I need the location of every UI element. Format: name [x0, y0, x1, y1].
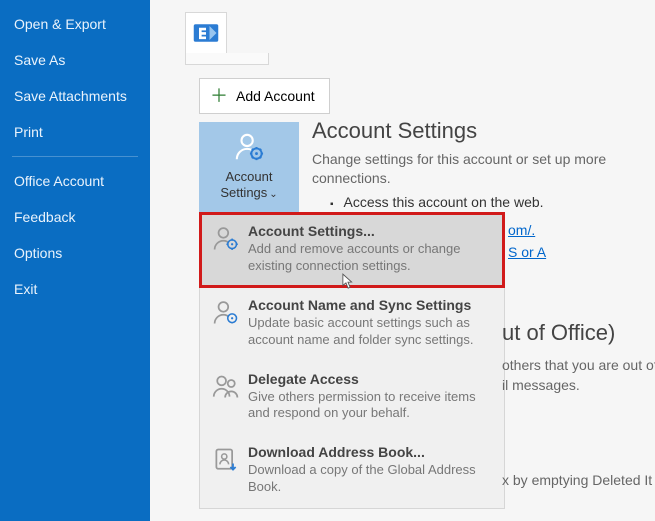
- bg-ooo-desc: others that you are out of il messages.: [502, 356, 655, 395]
- address-book-download-icon: [212, 446, 242, 496]
- menu-item-account-settings[interactable]: Account Settings... Add and remove accou…: [200, 213, 504, 287]
- sidebar-separator: [12, 156, 138, 157]
- account-settings-dropdown-button[interactable]: Account Settings⌄: [199, 122, 299, 212]
- menu-item-account-name-sync[interactable]: Account Name and Sync Settings Update ba…: [200, 287, 504, 361]
- account-settings-icon: [234, 132, 264, 165]
- backstage-sidebar: Open & Export Save As Save Attachments P…: [0, 0, 150, 521]
- menu-item-download-address-book[interactable]: Download Address Book... Download a copy…: [200, 434, 504, 508]
- menu-item-title: Account Settings...: [248, 223, 492, 239]
- person-gear-icon: [212, 299, 242, 349]
- menu-item-delegate-access[interactable]: Delegate Access Give others permission t…: [200, 361, 504, 435]
- add-account-button[interactable]: ＋ Add Account: [199, 78, 330, 114]
- panel-subtitle: Change settings for this account or set …: [312, 150, 652, 188]
- menu-item-title: Download Address Book...: [248, 444, 492, 460]
- sidebar-item-print[interactable]: Print: [0, 114, 150, 150]
- bg-out-of-office: ut of Office) others that you are out of…: [502, 320, 655, 395]
- sidebar-item-save-attachments[interactable]: Save Attachments: [0, 78, 150, 114]
- menu-item-title: Delegate Access: [248, 371, 492, 387]
- link-fragment-1[interactable]: om/.: [508, 222, 535, 238]
- menu-item-desc: Download a copy of the Global Address Bo…: [248, 462, 492, 496]
- menu-item-desc: Give others permission to receive items …: [248, 389, 492, 423]
- delegate-icon: [212, 373, 242, 423]
- account-settings-menu: Account Settings... Add and remove accou…: [199, 212, 505, 509]
- menu-item-title: Account Name and Sync Settings: [248, 297, 492, 313]
- link-fragment-2[interactable]: S or A: [508, 244, 546, 260]
- panel-title: Account Settings: [312, 118, 652, 144]
- add-account-label: Add Account: [236, 88, 315, 104]
- chevron-down-icon: ⌄: [269, 189, 277, 200]
- panel-bullet: Access this account on the web.: [330, 194, 652, 210]
- bg-ooo-title: ut of Office): [502, 320, 655, 346]
- sidebar-item-options[interactable]: Options: [0, 235, 150, 271]
- bg-mailbox-text: x by emptying Deleted It: [502, 472, 655, 488]
- sidebar-item-feedback[interactable]: Feedback: [0, 199, 150, 235]
- sidebar-item-open-export[interactable]: Open & Export: [0, 6, 150, 42]
- as-button-line2: Settings: [220, 185, 267, 200]
- as-button-line1: Account: [226, 169, 273, 184]
- menu-item-desc: Update basic account settings such as ac…: [248, 315, 492, 349]
- exchange-icon: [185, 12, 227, 54]
- account-badge-block: [185, 12, 269, 65]
- sidebar-item-exit[interactable]: Exit: [0, 271, 150, 307]
- sidebar-item-save-as[interactable]: Save As: [0, 42, 150, 78]
- plus-icon: ＋: [210, 87, 228, 105]
- account-settings-description: Account Settings Change settings for thi…: [312, 118, 652, 210]
- sidebar-item-office-account[interactable]: Office Account: [0, 163, 150, 199]
- main-area: ＋ Add Account Account Settings⌄ Ac: [150, 0, 655, 521]
- menu-item-desc: Add and remove accounts or change existi…: [248, 241, 492, 275]
- person-gear-icon: [212, 225, 242, 275]
- account-email-strip: [185, 53, 269, 65]
